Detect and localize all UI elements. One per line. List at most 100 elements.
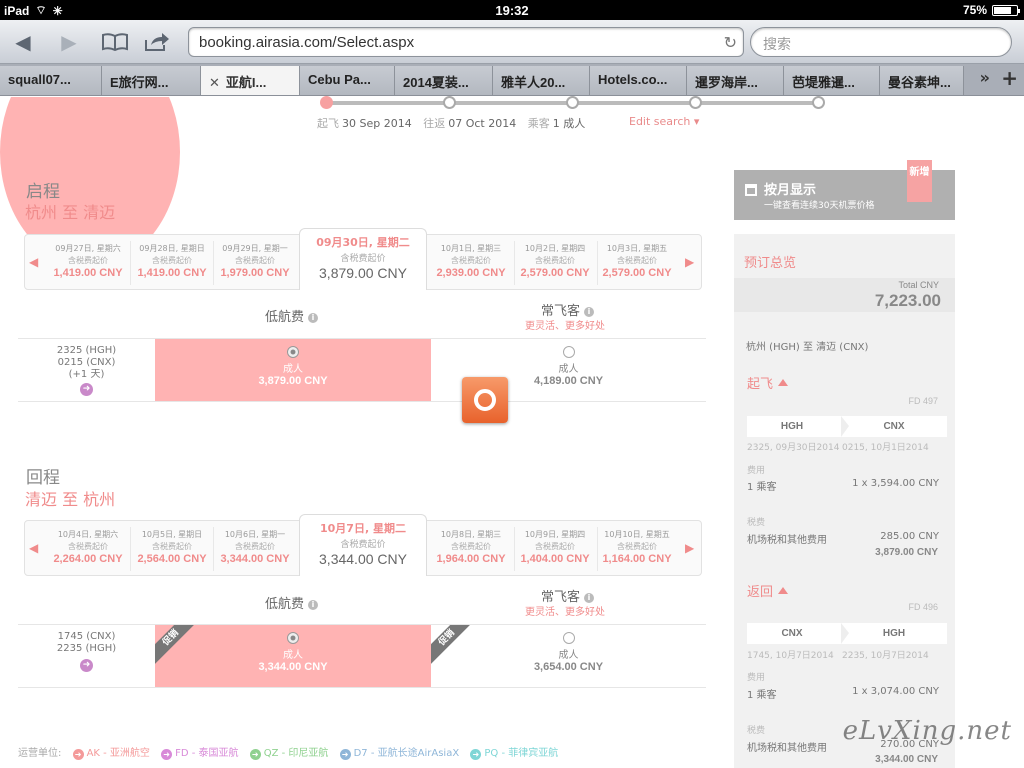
tab-7[interactable]: Hotels.co... <box>590 66 687 95</box>
date-price: 2,579.00 CNY <box>520 267 590 279</box>
date-cell[interactable]: 10月4日, 星期六 含税费起价 2,264.00 CNY <box>47 529 129 565</box>
origin-time: 1745, 10月7日2014 <box>747 651 834 661</box>
more-tabs-icon[interactable]: » <box>980 68 990 87</box>
reload-icon[interactable]: ↻ <box>724 33 737 53</box>
tab-label: 芭堤雅暹... <box>792 75 855 90</box>
low-fare-header: 低航费 i <box>265 306 319 325</box>
date-cell[interactable]: 10月3日, 星期五 含税费起价 2,579.00 CNY <box>596 243 678 279</box>
carrier-arrow-icon: ➜ <box>249 749 261 760</box>
calendar-icon <box>745 184 757 196</box>
monthly-subtitle: 一键查看连续30天机票价格 <box>764 201 875 211</box>
tax-name: 机场税和其他费用 <box>747 535 827 546</box>
battery-icon <box>992 4 1020 16</box>
prev-dates-icon[interactable]: ◀ <box>29 541 38 555</box>
date-cell[interactable]: 10月5日, 星期日 含税费起价 2,564.00 CNY <box>131 529 213 565</box>
pax-fare: 1 x 3,594.00 CNY <box>852 478 939 489</box>
low-fare-label: 低航费 <box>265 597 305 612</box>
departure-time: 2325 (HGH) <box>56 345 117 356</box>
flight-details-arrow-icon[interactable]: ➜ <box>80 383 93 396</box>
date-sub: 含税费起价 <box>340 254 386 264</box>
watermark: eLvXing.net <box>842 716 1012 746</box>
date-cell[interactable]: 09月29日, 星期一 含税费起价 1,979.00 CNY <box>214 243 296 279</box>
date-cell[interactable]: 10月10日, 星期五 含税费起价 1,164.00 CNY <box>596 529 678 565</box>
date-price: 1,419.00 CNY <box>137 267 207 279</box>
info-icon[interactable]: i <box>308 600 319 610</box>
progress-step <box>320 96 333 109</box>
fare-radio[interactable] <box>287 632 299 644</box>
prev-dates-icon[interactable]: ◀ <box>29 255 38 269</box>
edit-search-label: Edit search <box>629 115 691 128</box>
pax-count: 1 乘客 <box>747 482 777 493</box>
tax-label: 税费 <box>747 518 766 528</box>
collapse-icon <box>778 379 789 386</box>
selected-date-cell[interactable]: 10月7日, 星期二 含税费起价 3,344.00 CNY <box>299 514 427 576</box>
browser-toolbar: ◀ ▶ booking.airasia.com/Select.aspx ↻ 搜索 <box>0 20 1024 64</box>
fare-radio[interactable] <box>287 346 299 358</box>
new-badge: 新增 <box>907 160 932 202</box>
date-price: 3,344.00 CNY <box>319 551 407 567</box>
tab-label: Cebu Pa... <box>308 72 371 87</box>
selected-date-cell[interactable]: 09月30日, 星期二 含税费起价 3,879.00 CNY <box>299 228 427 290</box>
depart-subtotal: 3,879.00 CNY <box>875 547 938 558</box>
info-icon[interactable]: i <box>584 307 595 317</box>
date-cell[interactable]: 10月1日, 星期三 含税费起价 2,939.00 CNY <box>430 243 512 279</box>
tab-6[interactable]: 雅羊人20... <box>493 66 590 95</box>
date-price: 1,979.00 CNY <box>220 267 290 279</box>
low-fare-option[interactable]: 促销 成人 3,344.00 CNY <box>155 625 431 687</box>
search-field[interactable]: 搜索 <box>750 27 1012 57</box>
date-cell[interactable]: 09月28日, 星期日 含税费起价 1,419.00 CNY <box>131 243 213 279</box>
carrier-qz: QZ - 印尼亚航 <box>263 748 329 759</box>
booking-progress <box>320 96 830 110</box>
tab-2[interactable]: E旅行网... <box>102 66 201 95</box>
flex-fare-option[interactable]: 促销 成人 3,654.00 CNY <box>431 625 706 687</box>
status-bar: iPad ⌔ ✳ 19:32 75% <box>0 0 1024 20</box>
address-bar[interactable]: booking.airasia.com/Select.aspx ↻ <box>188 27 744 57</box>
fare-radio[interactable] <box>562 346 575 358</box>
next-dates-icon[interactable]: ▶ <box>685 255 694 269</box>
inbound-flight-row: 1745 (CNX) 2235 (HGH) ➜ 促销 成人 3,344.00 C… <box>18 624 706 688</box>
return-section-toggle[interactable]: 返回 <box>747 581 789 600</box>
bookmarks-icon[interactable] <box>100 28 130 56</box>
date-sub: 含税费起价 <box>451 542 491 551</box>
date-label: 10月4日, 星期六 <box>57 530 119 539</box>
tab-9[interactable]: 芭堤雅暹... <box>784 66 880 95</box>
forward-arrow-icon[interactable]: ▶ <box>54 28 84 56</box>
date-cell[interactable]: 10月9日, 星期四 含税费起价 1,404.00 CNY <box>514 529 596 565</box>
tab-8[interactable]: 暹罗海岸... <box>687 66 784 95</box>
close-tab-icon[interactable]: ✕ <box>209 75 220 90</box>
fare-pax-label: 成人 <box>558 364 579 375</box>
tab-5[interactable]: 2014夏装... <box>395 66 493 95</box>
info-icon[interactable]: i <box>308 313 319 323</box>
pax-label: 乘客 <box>527 117 550 130</box>
low-fare-option[interactable]: 成人 3,879.00 CNY <box>155 339 431 401</box>
pax-count: 1 成人 <box>552 117 586 130</box>
share-icon[interactable] <box>142 28 172 56</box>
fare-radio[interactable] <box>562 632 575 644</box>
flight-details-arrow-icon[interactable]: ➜ <box>80 659 93 672</box>
carrier-arrow-icon: ➜ <box>470 749 482 760</box>
inbound-date-selector: ◀ 10月4日, 星期六 含税费起价 2,264.00 CNY 10月5日, 星期日… <box>24 514 702 576</box>
date-cell[interactable]: 10月2日, 星期四 含税费起价 2,579.00 CNY <box>514 243 596 279</box>
date-cell[interactable]: 10月8日, 星期三 含税费起价 1,964.00 CNY <box>430 529 512 565</box>
flight-number: FD 497 <box>908 396 938 406</box>
new-tab-icon[interactable]: + <box>1001 66 1018 90</box>
tab-3-active[interactable]: ✕ 亚航I... <box>201 66 300 95</box>
return-title: 返回 <box>747 585 774 600</box>
edit-search-link[interactable]: Edit search ▾ <box>629 115 699 128</box>
tab-1[interactable]: squall07... <box>0 66 102 95</box>
depart-section-toggle[interactable]: 起飞 <box>747 373 789 392</box>
date-sub: 含税费起价 <box>535 256 575 265</box>
progress-step <box>812 96 825 109</box>
date-label: 10月1日, 星期三 <box>440 244 502 253</box>
tab-4[interactable]: Cebu Pa... <box>300 66 395 95</box>
date-cell[interactable]: 09月27日, 星期六 含税费起价 1,419.00 CNY <box>47 243 129 279</box>
carrier-fd: FD - 泰国亚航 <box>175 748 239 759</box>
next-dates-icon[interactable]: ▶ <box>685 541 694 555</box>
date-cell[interactable]: 10月6日, 星期一 含税费起价 3,344.00 CNY <box>214 529 296 565</box>
back-arrow-icon[interactable]: ◀ <box>8 28 38 56</box>
info-icon[interactable]: i <box>584 593 595 603</box>
date-price: 1,404.00 CNY <box>520 553 590 565</box>
tab-10[interactable]: 曼谷素坤... <box>880 66 964 95</box>
search-placeholder: 搜索 <box>763 36 791 52</box>
tax-row: 机场税和其他费用 285.00 CNY <box>747 531 939 546</box>
